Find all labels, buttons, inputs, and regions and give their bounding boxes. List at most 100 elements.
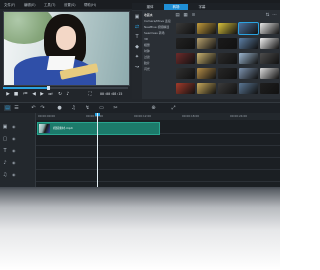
record-icon[interactable]: ●	[56, 105, 63, 111]
transition-thumbnail[interactable]	[238, 22, 259, 35]
transition-thumbnail[interactable]	[197, 68, 216, 79]
timeline-panel: 00:00:00:00 00:00:06:00 00:00:12:00 00:0…	[0, 113, 280, 187]
menu-edit[interactable]: 编辑(E)	[24, 2, 36, 7]
scrubber-handle[interactable]	[47, 86, 50, 90]
transition-thumbnail[interactable]	[176, 68, 195, 79]
tab-titles[interactable]: 字幕	[192, 4, 212, 10]
video-editor-window: 文件(F) 编辑(E) 工具(T) 设置(S) 帮助(H) ▶ ■ ⏮ ◀ ▶ …	[0, 0, 280, 187]
transition-thumbnail[interactable]	[260, 83, 279, 94]
split-icon[interactable]: ✂	[112, 105, 119, 111]
fit-icon[interactable]: ⤢	[170, 105, 177, 111]
undo-icon[interactable]: ↶	[30, 105, 37, 111]
transition-thumbnail[interactable]	[218, 23, 237, 34]
mute-icon[interactable]: ◉	[12, 137, 17, 141]
fullscreen-icon[interactable]: ⛶	[87, 91, 93, 98]
transition-thumbnail[interactable]	[176, 38, 195, 49]
next-frame-icon[interactable]: ▶	[39, 91, 45, 98]
fast-forward-icon[interactable]: ⏭	[47, 91, 54, 98]
menu-help[interactable]: 帮助(H)	[84, 2, 96, 7]
library-category-icons: ▣ ⇄ T ◆ ✦ ↝	[132, 11, 142, 99]
transition-thumbnail[interactable]	[218, 53, 237, 64]
library-tabs: 媒体 转场 字幕	[132, 3, 280, 10]
motion-icon[interactable]: ↯	[84, 105, 91, 111]
transition-thumbnail[interactable]	[176, 83, 195, 94]
filter-icon[interactable]: ✦	[134, 54, 140, 60]
preview-scrubber[interactable]	[3, 86, 128, 90]
timecode-display: 00:00:08:15	[100, 92, 123, 96]
transition-thumbnail[interactable]	[260, 68, 279, 79]
category-item[interactable]: 相册	[144, 43, 150, 47]
transition-thumbnail[interactable]	[260, 53, 279, 64]
video-clip[interactable]: 视频素材.mp4	[37, 122, 160, 135]
ruler-label: 00:00:00:00	[38, 114, 56, 118]
menu-settings[interactable]: 设置(S)	[64, 2, 76, 7]
track-header-music[interactable]: ♫ ◉	[0, 170, 35, 180]
category-item[interactable]: 闪光	[144, 67, 150, 71]
library-toolbar: ▤ ▦ ≡ ⇅ ⋯	[175, 12, 278, 19]
menu-file[interactable]: 文件(F)	[4, 2, 15, 7]
track-header-voice[interactable]: ♪ ◉	[0, 158, 35, 168]
title-icon[interactable]: T	[134, 34, 140, 40]
play-icon[interactable]: ▶	[5, 91, 11, 98]
category-item[interactable]: NewBlue 视频精选	[144, 25, 169, 29]
mixer-icon[interactable]: ♫	[70, 105, 77, 111]
track-header-title[interactable]: T ◉	[0, 146, 35, 156]
folder-icon[interactable]: ▤	[175, 13, 180, 18]
clip-label: 视频素材.mp4	[53, 126, 73, 130]
category-item[interactable]: 收藏夹	[144, 13, 153, 17]
mute-icon[interactable]: ◉	[12, 125, 17, 129]
transition-thumbnail[interactable]	[197, 83, 216, 94]
sort-icon[interactable]: ⇅	[265, 13, 270, 18]
transition-thumbnail[interactable]	[260, 38, 279, 49]
redo-icon[interactable]: ↷	[39, 105, 46, 111]
transition-thumbnail[interactable]	[218, 83, 237, 94]
list-view-icon[interactable]: ≡	[191, 13, 196, 18]
transition-thumbnail[interactable]	[218, 68, 237, 79]
tab-transitions[interactable]: 转场	[164, 4, 188, 10]
track-header-video[interactable]: ▣ ◉	[0, 122, 35, 132]
transition-thumbnail[interactable]	[239, 68, 258, 79]
transition-thumbnail[interactable]	[218, 38, 237, 49]
subtitle-icon[interactable]: ▭	[98, 105, 105, 111]
options-icon[interactable]: ⋯	[272, 13, 277, 18]
timeline-ruler[interactable]: 00:00:00:00 00:00:06:00 00:00:12:00 00:0…	[36, 113, 280, 120]
category-item[interactable]: Seamless 转场	[144, 31, 165, 35]
grid-view-icon[interactable]: ▦	[183, 13, 188, 18]
storyboard-icon[interactable]: ▤	[4, 105, 11, 111]
stop-icon[interactable]: ■	[13, 91, 19, 98]
graphic-icon[interactable]: ◆	[134, 44, 140, 50]
track-header-overlay[interactable]: ▢ ◉	[0, 134, 35, 144]
prev-frame-icon[interactable]: ◀	[31, 91, 37, 98]
transition-thumbnail[interactable]	[239, 38, 258, 49]
category-item[interactable]: 3D	[144, 37, 148, 41]
transition-thumbnail[interactable]	[260, 23, 279, 34]
category-item[interactable]: Camera/Move 连接	[144, 19, 171, 23]
zoom-icon[interactable]: ⊕	[150, 105, 157, 111]
preview-window[interactable]	[3, 11, 130, 86]
transition-thumbnail[interactable]	[239, 83, 258, 94]
repeat-icon[interactable]: ↻	[57, 91, 63, 98]
transition-thumbnail[interactable]	[176, 53, 195, 64]
transition-thumbnail[interactable]	[197, 23, 216, 34]
category-item[interactable]: 时钟	[144, 49, 150, 53]
transition-thumbnail[interactable]	[176, 23, 195, 34]
playhead[interactable]	[97, 113, 98, 187]
mute-icon[interactable]: ◉	[12, 149, 17, 153]
media-icon[interactable]: ▣	[134, 14, 140, 20]
transition-icon[interactable]: ⇄	[134, 24, 140, 30]
tab-media[interactable]: 媒体	[140, 4, 160, 10]
transition-thumbnail[interactable]	[197, 53, 216, 64]
mute-icon[interactable]: ◉	[12, 173, 17, 177]
volume-icon[interactable]: ♪	[65, 91, 71, 98]
timeline-icon[interactable]: ☰	[13, 105, 20, 111]
mute-icon[interactable]: ◉	[12, 161, 17, 165]
overlay-track-icon: ▢	[2, 136, 8, 142]
transition-thumbnail[interactable]	[239, 53, 258, 64]
music-track[interactable]	[36, 169, 280, 182]
category-item[interactable]: 胶片	[144, 61, 150, 65]
category-item[interactable]: 过滤	[144, 55, 150, 59]
rewind-icon[interactable]: ⏮	[22, 91, 29, 98]
menu-tools[interactable]: 工具(T)	[44, 2, 56, 7]
transition-thumbnail[interactable]	[197, 38, 216, 49]
path-icon[interactable]: ↝	[134, 64, 140, 70]
